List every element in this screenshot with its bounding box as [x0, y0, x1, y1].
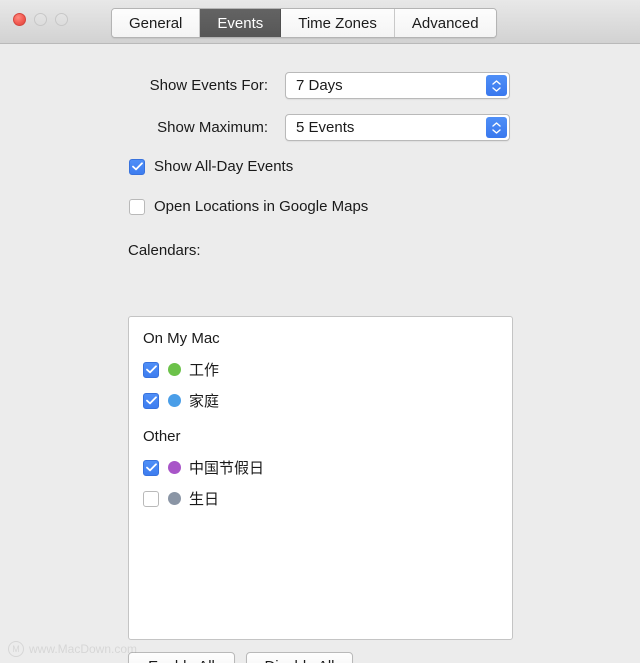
title-bar: General Events Time Zones Advanced [0, 0, 640, 44]
chevron-up-icon [492, 79, 501, 85]
calendar-item-family[interactable]: 家庭 [129, 385, 512, 416]
close-button[interactable] [13, 13, 26, 26]
tab-general[interactable]: General [112, 9, 201, 37]
chevron-down-icon [492, 128, 501, 134]
calendar-name-birthdays: 生日 [189, 491, 220, 508]
show-events-for-stepper[interactable] [486, 75, 507, 96]
tab-bar: General Events Time Zones Advanced [111, 8, 497, 38]
calendars-label: Calendars: [128, 242, 201, 259]
calendar-color-dot-work [168, 363, 181, 376]
calendar-checkbox-family[interactable] [143, 392, 159, 409]
checkmark-icon [145, 463, 157, 472]
calendar-group-other-header: Other [143, 428, 181, 445]
calendar-item-birthdays[interactable]: 生日 [129, 483, 512, 514]
checkmark-icon [145, 396, 157, 405]
calendar-name-work: 工作 [189, 362, 220, 379]
show-maximum-value: 5 Events [296, 119, 355, 136]
watermark-text: www.MacDown.com [29, 642, 138, 656]
maximize-button[interactable] [55, 13, 68, 26]
disable-all-button[interactable]: Disable All [246, 652, 353, 663]
enable-all-button[interactable]: Enable All [128, 652, 235, 663]
watermark: M www.MacDown.com [8, 641, 137, 657]
show-maximum-row: Show Maximum: 5 Events [128, 114, 510, 141]
chevron-up-icon [492, 121, 501, 127]
macdown-logo-icon: M [8, 641, 24, 657]
minimize-button[interactable] [34, 13, 47, 26]
checkmark-icon [145, 365, 157, 374]
show-maximum-dropdown[interactable]: 5 Events [285, 114, 510, 141]
show-maximum-label: Show Maximum: [157, 119, 268, 136]
show-all-day-events-checkbox-row[interactable]: Show All-Day Events [129, 158, 293, 175]
calendars-list[interactable]: On My Mac 工作 家庭 Other 中国节假日 生日 [128, 316, 513, 640]
calendar-checkbox-birthdays[interactable] [143, 490, 159, 507]
checkmark-icon [131, 162, 143, 171]
tab-advanced[interactable]: Advanced [394, 9, 496, 37]
calendar-name-family: 家庭 [189, 393, 220, 410]
calendar-item-chinese-holidays[interactable]: 中国节假日 [129, 452, 512, 483]
calendar-color-dot-family [168, 394, 181, 407]
calendar-color-dot-birthdays [168, 492, 181, 505]
chevron-down-icon [492, 86, 501, 92]
show-all-day-events-label: Show All-Day Events [154, 158, 294, 175]
calendar-name-chinese-holidays: 中国节假日 [189, 460, 265, 477]
show-events-for-row: Show Events For: 7 Days [128, 72, 510, 99]
calendar-group-on-my-mac-header: On My Mac [143, 330, 220, 347]
preferences-window: General Events Time Zones Advanced Show … [0, 0, 640, 663]
show-events-for-label: Show Events For: [149, 77, 268, 94]
show-maximum-stepper[interactable] [486, 117, 507, 138]
tab-events[interactable]: Events [200, 9, 282, 37]
open-locations-google-maps-label: Open Locations in Google Maps [154, 198, 369, 215]
open-locations-google-maps-checkbox-row[interactable]: Open Locations in Google Maps [129, 198, 368, 215]
calendar-checkbox-work[interactable] [143, 361, 159, 378]
show-events-for-value: 7 Days [296, 77, 343, 94]
calendar-color-dot-chinese-holidays [168, 461, 181, 474]
show-all-day-events-checkbox[interactable] [129, 158, 145, 175]
calendar-checkbox-chinese-holidays[interactable] [143, 459, 159, 476]
calendar-action-buttons: Enable All Disable All [128, 652, 353, 663]
calendar-item-work[interactable]: 工作 [129, 354, 512, 385]
open-locations-google-maps-checkbox[interactable] [129, 198, 145, 215]
window-controls [13, 13, 68, 26]
tab-time-zones[interactable]: Time Zones [281, 9, 395, 37]
events-pane: Show Events For: 7 Days Show Maximum: 5 … [0, 44, 640, 663]
show-events-for-dropdown[interactable]: 7 Days [285, 72, 510, 99]
